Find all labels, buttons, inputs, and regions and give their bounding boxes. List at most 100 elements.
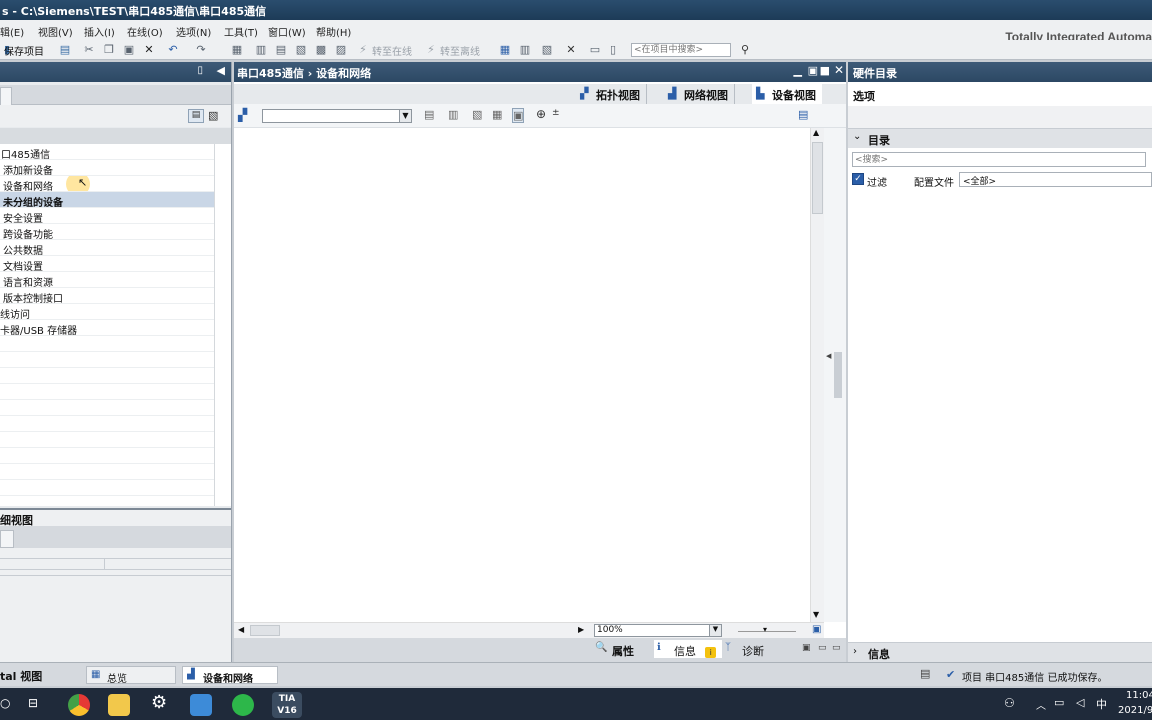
compare-icon[interactable]: ▧ bbox=[540, 43, 554, 57]
file-explorer-icon[interactable] bbox=[108, 694, 130, 716]
zoom-chevron-icon[interactable]: ▼ bbox=[709, 625, 721, 636]
go-online-icon[interactable]: ⚡ bbox=[356, 43, 370, 57]
scroll-up-icon[interactable]: ▲ bbox=[813, 128, 819, 137]
stop-simulation-icon[interactable]: ▩ bbox=[314, 43, 328, 57]
filter-checkbox[interactable]: ✓ bbox=[852, 173, 864, 185]
menu-window[interactable]: 窗口(W) bbox=[268, 24, 306, 39]
info-section-header[interactable]: › 信息 bbox=[848, 642, 1152, 662]
overview-toggle-icon[interactable]: ▣ bbox=[512, 108, 525, 123]
grid-icon[interactable]: ▦ bbox=[492, 108, 502, 121]
refresh-tree-icon[interactable]: ▧ bbox=[208, 109, 218, 122]
tree-item-common-data[interactable]: 公共数据 bbox=[0, 240, 214, 256]
tab-topology-view[interactable]: ▞ 拓扑视图 bbox=[576, 84, 647, 104]
navigation-icon[interactable]: ▣ bbox=[812, 624, 821, 635]
catalog-search-input[interactable] bbox=[852, 152, 1146, 167]
tree-item-online-access[interactable]: 线访问 bbox=[0, 304, 214, 320]
search-icon[interactable]: ○ bbox=[0, 696, 10, 710]
split-horizontal-icon[interactable]: ▭ bbox=[588, 43, 602, 57]
task-view-icon[interactable]: ⊟ bbox=[28, 696, 38, 710]
clock-time[interactable]: 11:04 bbox=[1126, 690, 1152, 701]
accessible-devices-icon[interactable]: ▦ bbox=[498, 43, 512, 57]
table-view-icon[interactable]: ▤ bbox=[188, 109, 204, 123]
delete-icon[interactable]: ✕ bbox=[142, 43, 156, 57]
module-overview-icon[interactable]: ▤ bbox=[798, 108, 808, 121]
zoom-dropdown-icon[interactable]: ± bbox=[552, 108, 560, 118]
maximize-inspector-icon[interactable]: ▭ bbox=[832, 643, 841, 653]
print-icon[interactable]: ▤ bbox=[58, 43, 72, 57]
diagnostics-tab[interactable]: ᛉ 诊断 bbox=[722, 640, 770, 658]
people-icon[interactable]: ⚇ bbox=[1004, 696, 1015, 710]
zoom-slider-thumb[interactable]: ▾ bbox=[763, 625, 767, 634]
chrome-icon[interactable] bbox=[68, 694, 90, 716]
device-settings-icon[interactable]: ▤ bbox=[424, 108, 434, 121]
tree-item-ungrouped-devices[interactable]: 未分组的设备 bbox=[0, 192, 214, 208]
properties-tab[interactable]: 🔍 属性 bbox=[592, 640, 640, 658]
tree-item-card-reader[interactable]: 卡器/USB 存储器 bbox=[0, 320, 214, 336]
menu-view[interactable]: 视图(V) bbox=[38, 24, 73, 39]
scroll-left-icon[interactable]: ◀ bbox=[238, 625, 244, 634]
zoom-select[interactable]: 100% ▼ bbox=[594, 624, 722, 637]
tab-network-view[interactable]: ▟ 网络视图 bbox=[664, 84, 735, 104]
tree-item-security-settings[interactable]: 安全设置 bbox=[0, 208, 214, 224]
chevron-right-icon[interactable]: › bbox=[853, 646, 857, 657]
paste-icon[interactable]: ▣ bbox=[122, 43, 136, 57]
close-editor-icon[interactable]: ✕ bbox=[834, 63, 844, 77]
project-search-input[interactable] bbox=[631, 43, 731, 57]
zoom-in-icon[interactable]: ⊕ bbox=[536, 107, 546, 121]
cross-reference-icon[interactable]: ▥ bbox=[518, 43, 532, 57]
device-dropdown[interactable]: ▼ bbox=[262, 109, 412, 123]
h-scroll-thumb[interactable] bbox=[250, 625, 280, 636]
maximize-icon[interactable]: ■ bbox=[820, 64, 830, 77]
go-online-button[interactable]: 转至在线 bbox=[372, 43, 412, 58]
portal-view-button[interactable]: tal 视图 bbox=[0, 668, 42, 684]
draw-icon[interactable]: ▧ bbox=[472, 108, 482, 121]
tab-device-view[interactable]: ▙ 设备视图 bbox=[752, 84, 822, 106]
taskbar-devices-networks[interactable]: ▟ 设备和网络 bbox=[182, 666, 278, 685]
go-offline-icon[interactable]: ⚡ bbox=[424, 43, 438, 57]
expand-right-icon[interactable]: ◀ bbox=[826, 352, 831, 360]
minimize-inspector-icon[interactable]: ▭ bbox=[818, 643, 827, 653]
chevron-down-icon[interactable]: ▼ bbox=[399, 110, 411, 122]
message-list-icon[interactable]: ▤ bbox=[920, 667, 930, 680]
vertical-scrollbar[interactable]: ▲ ▼ bbox=[810, 128, 824, 622]
copy-icon[interactable]: ❐ bbox=[102, 43, 116, 57]
cut-icon[interactable]: ✂ bbox=[82, 43, 96, 57]
tree-item-devices-networks[interactable]: 设备和网络 ↖ bbox=[0, 176, 214, 192]
save-project-button[interactable]: 保存项目 bbox=[4, 43, 44, 58]
tia-portal-icon[interactable]: TIA V16 bbox=[272, 692, 302, 718]
scroll-down-icon[interactable]: ▼ bbox=[813, 610, 819, 619]
download-icon[interactable]: ▥ bbox=[254, 43, 268, 57]
settings-gear-icon[interactable]: ⚙ bbox=[151, 692, 167, 713]
collapse-left-icon[interactable]: ◀ bbox=[217, 64, 225, 77]
close-all-icon[interactable]: ✕ bbox=[564, 43, 578, 57]
split-vertical-icon[interactable]: ▯ bbox=[606, 43, 620, 57]
device-select-icon[interactable]: ▞ bbox=[238, 108, 247, 122]
tree-item-document-settings[interactable]: 文档设置 bbox=[0, 256, 214, 272]
tree-scrollbar[interactable] bbox=[214, 144, 231, 506]
tree-item-cross-device[interactable]: 跨设备功能 bbox=[0, 224, 214, 240]
network-tray-icon[interactable]: ▭ bbox=[1054, 696, 1064, 709]
menu-help[interactable]: 帮助(H) bbox=[316, 24, 351, 39]
volume-icon[interactable]: ◁ bbox=[1076, 696, 1084, 709]
catalog-section-header[interactable]: ⌄ 目录 bbox=[848, 128, 1152, 148]
float-icon[interactable]: ▣ bbox=[802, 643, 811, 653]
wechat-icon[interactable] bbox=[232, 694, 254, 716]
profile-select[interactable]: <全部> bbox=[959, 172, 1152, 187]
mail-icon[interactable] bbox=[190, 694, 212, 716]
clock-date[interactable]: 2021/9 bbox=[1118, 705, 1152, 716]
upload-icon[interactable]: ▤ bbox=[274, 43, 288, 57]
menu-insert[interactable]: 插入(I) bbox=[84, 24, 115, 39]
pin-icon[interactable]: ▯ bbox=[197, 65, 203, 76]
tree-item-project[interactable]: 口485通信 bbox=[0, 144, 214, 160]
compile-icon[interactable]: ▦ bbox=[230, 43, 244, 57]
info-tab[interactable]: ℹ 信息 i bbox=[654, 640, 723, 658]
go-offline-button[interactable]: 转至离线 bbox=[440, 43, 480, 58]
device-canvas[interactable] bbox=[234, 128, 810, 622]
menu-edit[interactable]: 辑(E) bbox=[0, 24, 24, 39]
devices-tab[interactable] bbox=[0, 87, 12, 105]
tree-item-languages[interactable]: 语言和资源 bbox=[0, 272, 214, 288]
chevron-down-icon[interactable]: ⌄ bbox=[853, 131, 861, 142]
tree-item-version-control[interactable]: 版本控制接口 bbox=[0, 288, 214, 304]
scroll-thumb[interactable] bbox=[812, 142, 823, 214]
menu-options[interactable]: 选项(N) bbox=[176, 24, 211, 39]
